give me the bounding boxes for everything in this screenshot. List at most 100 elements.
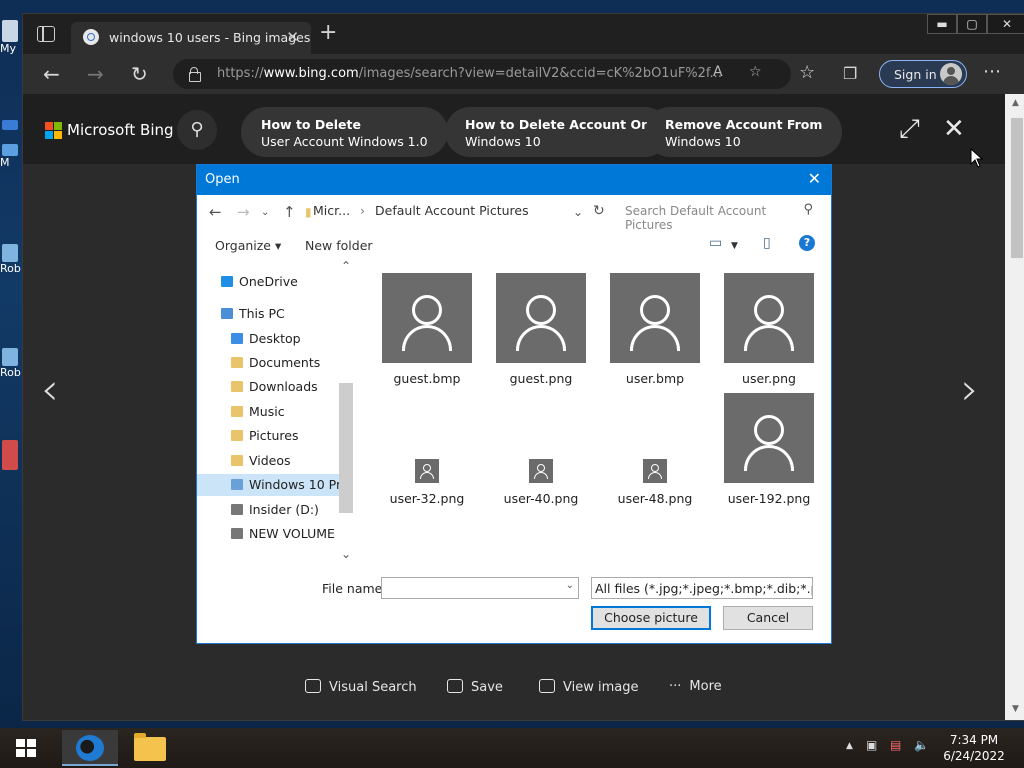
volume-icon[interactable]: 🔈 (914, 738, 929, 752)
search-icon[interactable]: ⚲ (177, 110, 217, 150)
related-search-1[interactable]: How to Delete User Account Windows 1.0 (241, 107, 448, 157)
back-icon[interactable]: ← (209, 203, 222, 221)
bing-brand[interactable]: Microsoft Bing (67, 121, 174, 139)
nav-item[interactable]: This PC (197, 303, 339, 325)
file-name-input[interactable]: ⌄ (381, 577, 579, 599)
more-button[interactable]: ··· More (669, 679, 722, 694)
nav-item[interactable]: Pictures (197, 425, 339, 447)
search-input[interactable]: Search Default Account Pictures ⚲ (617, 201, 817, 232)
file-item[interactable]: guest.png (486, 273, 596, 386)
scroll-down-icon[interactable]: ▼ (1012, 704, 1019, 714)
forward-icon[interactable]: → (237, 203, 250, 221)
tab-actions-icon[interactable] (37, 26, 55, 42)
action-center-warning-icon[interactable]: ▤ (890, 738, 901, 752)
breadcrumb-item[interactable]: Default Account Pictures (375, 203, 529, 218)
system-clock[interactable]: 7:34 PM 6/24/2022 (942, 732, 1006, 764)
show-hidden-icons-icon[interactable]: ▲ (846, 741, 853, 751)
nav-item[interactable]: NEW VOLUME (E (197, 523, 339, 545)
recent-locations-icon[interactable]: ⌄ (261, 207, 269, 218)
file-item[interactable]: user-40.png (486, 393, 596, 506)
dialog-title-bar[interactable]: Open ✕ (197, 165, 831, 195)
desktop-icon[interactable] (0, 120, 22, 130)
change-view-icon[interactable]: ▭ (709, 235, 722, 251)
scrollbar-thumb[interactable] (339, 383, 353, 513)
nav-item[interactable]: OneDrive (197, 271, 339, 293)
read-aloud-icon[interactable]: A (713, 64, 723, 80)
network-icon[interactable]: ▣ (866, 738, 877, 752)
related-search-3[interactable]: Remove Account From Windows 10 (645, 107, 843, 157)
help-icon[interactable]: ? (799, 235, 815, 251)
tab-bing-images[interactable]: windows 10 users - Bing images ✕ (71, 22, 311, 54)
settings-more-icon[interactable]: ⋯ (983, 61, 1001, 82)
close-viewer-icon[interactable]: ✕ (943, 114, 965, 144)
up-icon[interactable]: ↑ (283, 203, 296, 221)
back-icon[interactable]: ← (43, 62, 60, 86)
collections-icon[interactable]: ❐ (843, 64, 857, 83)
file-item[interactable]: user-48.png (600, 393, 710, 506)
file-item[interactable]: guest.bmp (372, 273, 482, 386)
nav-item-label: OneDrive (239, 274, 298, 289)
desktop-icon-m[interactable]: M (0, 144, 22, 169)
next-image-icon[interactable]: › (961, 364, 979, 415)
dialog-close-icon[interactable]: ✕ (808, 169, 821, 188)
chevron-up-icon[interactable]: ⌃ (341, 259, 351, 273)
refresh-icon[interactable]: ↻ (131, 62, 148, 86)
save-button[interactable]: Save (447, 679, 503, 695)
refresh-icon[interactable]: ↻ (593, 203, 605, 219)
maximize-button[interactable]: ▢ (957, 14, 987, 34)
file-item[interactable]: user.bmp (600, 273, 710, 386)
taskbar: ▲ ▣ ▤ 🔈 7:34 PM 6/24/2022 (0, 728, 1024, 768)
desktop-icon-rob-2[interactable]: Rob (0, 348, 22, 379)
visual-search-button[interactable]: Visual Search (305, 679, 417, 695)
file-item[interactable]: user-192.png (714, 393, 824, 506)
favorites-icon[interactable]: ☆ (799, 62, 815, 83)
start-windows-icon[interactable] (16, 739, 36, 757)
cancel-button[interactable]: Cancel (723, 606, 813, 630)
view-image-button[interactable]: View image (539, 679, 638, 695)
nav-item[interactable]: Documents (197, 352, 339, 374)
expand-icon[interactable]: ⤢ (899, 114, 920, 145)
choose-picture-button[interactable]: Choose picture (591, 606, 711, 630)
url-text[interactable]: https://www.bing.com/images/search?view=… (217, 66, 722, 81)
microsoft-logo-icon[interactable] (45, 122, 63, 140)
nav-item[interactable]: Videos (197, 450, 339, 472)
minimize-button[interactable]: ▬ (927, 14, 957, 34)
chevron-down-icon[interactable]: ⌄ (341, 547, 351, 561)
taskbar-edge-app[interactable] (62, 730, 118, 766)
desktop-icon-my-computer[interactable]: My (0, 20, 22, 55)
new-folder-button[interactable]: New folder (305, 238, 373, 253)
close-window-button[interactable]: ✕ (987, 14, 1024, 34)
chevron-down-icon[interactable]: ⌄ (573, 205, 583, 219)
preview-pane-icon[interactable]: ▯ (763, 235, 771, 251)
desktop-icon-rob-1[interactable]: Rob (0, 244, 22, 275)
nav-item[interactable]: Windows 10 Pro (197, 474, 339, 496)
more-options-chevron-icon[interactable]: ▼ (731, 241, 738, 251)
related-search-2[interactable]: How to Delete Account On Windows 10 (445, 107, 671, 157)
nav-item[interactable]: Insider (D:) (197, 499, 339, 521)
taskbar-file-explorer-app[interactable] (122, 730, 178, 766)
sign-in-button[interactable]: Sign in (879, 60, 967, 88)
nav-item[interactable]: Desktop (197, 328, 339, 350)
breadcrumb-item[interactable]: Micr... (313, 203, 350, 218)
nav-item[interactable]: Downloads (197, 376, 339, 398)
new-tab-button[interactable]: + (319, 20, 337, 45)
organize-button[interactable]: Organize ▾ (215, 238, 281, 253)
chevron-down-icon[interactable]: ⌄ (566, 580, 574, 591)
previous-image-icon[interactable]: ‹ (41, 364, 59, 415)
desktop-icon-label: Rob (0, 366, 21, 379)
add-favorite-icon[interactable]: ☆ (749, 64, 762, 80)
file-item[interactable]: user-32.png (372, 393, 482, 506)
page-scrollbar[interactable]: ▲ ▼ (1005, 94, 1024, 720)
address-bar[interactable]: https://www.bing.com/images/search?view=… (173, 59, 791, 89)
scroll-up-icon[interactable]: ▲ (1012, 98, 1019, 108)
file-name: user-40.png (503, 491, 579, 506)
file-type-select[interactable]: All files (*.jpg;*.jpeg;*.bmp;*.dib;*.pn… (591, 577, 813, 599)
tab-close-icon[interactable]: ✕ (286, 28, 299, 46)
file-item[interactable]: user.png (714, 273, 824, 386)
nav-item[interactable]: Music (197, 401, 339, 423)
nav-scrollbar[interactable]: ⌃ ⌄ (337, 259, 355, 563)
desktop-icon-red[interactable] (0, 440, 22, 470)
forward-icon[interactable]: → (87, 62, 104, 86)
scrollbar-thumb[interactable] (1011, 118, 1023, 258)
breadcrumb[interactable]: Micr... › Default Account Pictures (313, 203, 529, 218)
